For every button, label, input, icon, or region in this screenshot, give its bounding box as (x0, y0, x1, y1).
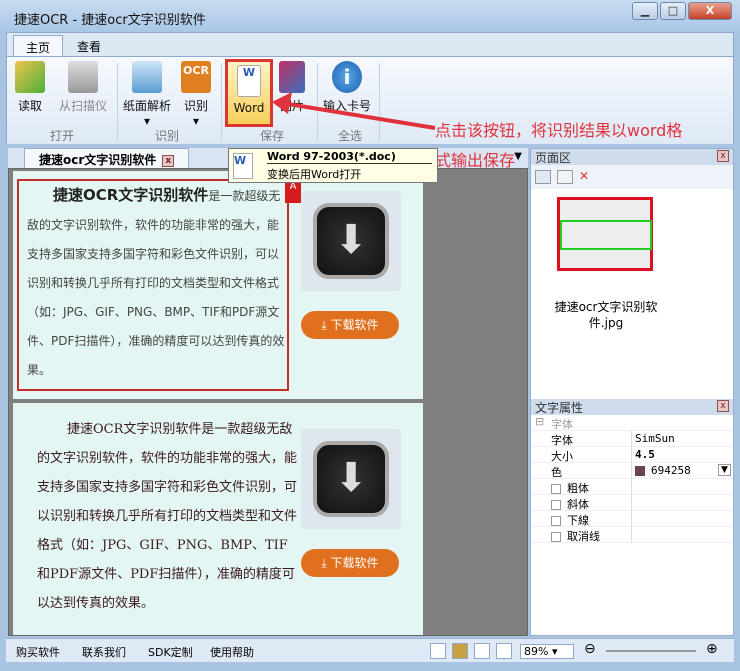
zoom-select[interactable]: 89% ▾ (520, 644, 574, 659)
info-icon: i (332, 61, 362, 93)
tab-home[interactable]: 主页 (13, 35, 64, 57)
text-only-icon[interactable] (496, 643, 512, 659)
zoom-out-icon[interactable]: ⊖ (584, 641, 596, 657)
scanner-icon (68, 61, 98, 93)
prop-value[interactable]: SimSun (635, 432, 675, 445)
layout-icon (132, 61, 162, 93)
color-dropdown-icon[interactable]: ▼ (718, 464, 731, 476)
prop-row[interactable]: 大小 4.5 (531, 447, 733, 463)
buy-link[interactable]: 购买软件 (16, 644, 60, 660)
zoom-in-icon[interactable]: ⊕ (706, 641, 718, 657)
prop-row[interactable]: 色 694258 ▼ (531, 463, 733, 479)
document-area: A 捷速OCR文字识别软件是一款超级无敌的文字识别软件，软件的功能非常的强大，能… (8, 168, 528, 636)
prop-value[interactable]: 4.5 (635, 448, 655, 461)
recognized-page: 捷速OCR文字识别软件是一款超级无敌的文字识别软件，软件的功能非常的强大，能支持… (13, 403, 423, 635)
word-label: Word (233, 101, 265, 115)
read-button[interactable]: 读取 (15, 61, 45, 114)
zoom-value: 89% (524, 645, 549, 658)
title-bar: 捷速OCR - 捷速ocr文字识别软件 ▁ □ X (0, 0, 740, 32)
prop-row[interactable]: 字体 SimSun (531, 431, 733, 447)
download-button-image: ⤓ 下载软件 (301, 311, 399, 339)
image-view-icon[interactable] (452, 643, 468, 659)
text-region-icon: A (285, 181, 301, 203)
annotation-line1: 点击该按钮，将识别结果以word格 (435, 121, 683, 140)
strikethrough-checkbox[interactable]: 取消线 (531, 527, 733, 543)
ocr-icon: OCR (181, 61, 211, 93)
minimize-button[interactable]: ▁ (632, 2, 658, 20)
status-bar: 购买软件 联系我们 SDK定制 使用帮助 89% ▾ ⊖ ⊕ (6, 638, 734, 662)
help-link[interactable]: 使用帮助 (210, 644, 254, 660)
page-thumbnail[interactable] (557, 197, 653, 271)
original-page: A 捷速OCR文字识别软件是一款超级无敌的文字识别软件，软件的功能非常的强大，能… (13, 171, 423, 399)
contact-link[interactable]: 联系我们 (82, 644, 126, 660)
recognized-text[interactable]: 捷速OCR文字识别软件是一款超级无敌的文字识别软件，软件的功能非常的强大，能支持… (37, 415, 299, 618)
scanner-button[interactable]: 从扫描仪 (59, 61, 107, 114)
text-properties-panel: 文字属性 x ⊟ 字体 字体 SimSun 大小 4.5 色 694258 ▼ 粗体 斜体 … (531, 399, 733, 543)
close-panel-icon[interactable]: x (717, 400, 729, 412)
tooltip-desc: 变换后用Word打开 (267, 168, 362, 181)
annotation-arrow (272, 92, 436, 130)
save-word-button[interactable]: W Word (225, 59, 273, 127)
section-label: 字体 (551, 418, 573, 431)
prop-value[interactable]: 694258 (651, 464, 691, 477)
read-label: 读取 (17, 99, 42, 113)
word-icon: W (237, 65, 261, 97)
tab-view[interactable]: 查看 (65, 35, 113, 57)
thumbnail-label: 捷速ocr文字识别软件.jpg (554, 300, 658, 330)
italic-checkbox[interactable]: 斜体 (531, 495, 733, 511)
thumbnail-selection (560, 220, 652, 250)
divider (221, 63, 222, 141)
check-label: 粗体 (567, 482, 589, 495)
recognize-button[interactable]: OCR 识别 ▾ (181, 61, 211, 128)
check-label: 斜体 (567, 498, 589, 511)
close-button[interactable]: X (688, 2, 732, 20)
right-panel: 页面区 x ✕ 捷速ocr文字识别软件.jpg 文字属性 x ⊟ 字体 字体 SimSu… (530, 148, 734, 636)
annotation-line2: 式输出保存 (435, 151, 516, 170)
check-label: 取消线 (567, 530, 600, 543)
text-view-icon[interactable] (474, 643, 490, 659)
zoom-slider[interactable] (606, 650, 696, 652)
color-swatch (635, 466, 645, 476)
prop-key: 色 (551, 466, 562, 479)
layout-analysis-button[interactable]: 纸面解析 ▾ (123, 61, 171, 128)
window-title: 捷速OCR - 捷速ocr文字识别软件 (14, 13, 206, 28)
group-recognize: 识别 (154, 129, 179, 143)
close-tab-icon[interactable]: x (162, 154, 175, 167)
maximize-button[interactable]: □ (660, 2, 686, 20)
prop-key: 字体 (551, 434, 573, 447)
original-title: 捷速OCR文字识别软件 (53, 186, 209, 204)
document-tab[interactable]: 捷速ocr文字识别软件 x (24, 148, 190, 168)
download-label: 下载软件 (330, 556, 379, 570)
download-image: ⬇ (301, 429, 401, 529)
font-section[interactable]: ⊟ 字体 (531, 415, 733, 431)
text-props-header: 文字属性 x (531, 399, 733, 415)
download-icon: ⬇ (313, 441, 389, 517)
check-label: 下線 (567, 514, 589, 527)
group-open: 打开 (49, 129, 74, 143)
recognize-label: 识别 (183, 99, 208, 113)
document-tab-label: 捷速ocr文字识别软件 (39, 153, 157, 167)
layout-label: 纸面解析 (123, 99, 172, 113)
annotation-text: 点击该按钮，将识别结果以word格 式输出保存 (435, 116, 735, 176)
download-icon: ⬇ (313, 203, 389, 279)
original-text: 捷速OCR文字识别软件是一款超级无敌的文字识别软件，软件的功能非常的强大，能支持… (27, 181, 287, 385)
image-icon (279, 61, 305, 93)
original-body: 是一款超级无敌的文字识别软件，软件的功能非常的强大，能支持多国家支持多国字符和彩… (27, 189, 285, 377)
folder-icon (15, 61, 45, 93)
bold-checkbox[interactable]: 粗体 (531, 479, 733, 495)
download-label: 下载软件 (330, 318, 379, 332)
underline-checkbox[interactable]: 下線 (531, 511, 733, 527)
tooltip-title: Word 97-2003(*.doc) (267, 150, 432, 164)
fit-page-icon[interactable] (430, 643, 446, 659)
prop-key: 大小 (551, 450, 573, 463)
text-props-title: 文字属性 (535, 401, 584, 415)
download-image: ⬇ (301, 191, 401, 291)
download-button-recognized: ⤓ 下载软件 (301, 549, 399, 577)
tooltip: W Word 97-2003(*.doc) 变换后用Word打开 (228, 148, 438, 183)
sdk-link[interactable]: SDK定制 (148, 644, 193, 660)
word-icon: W (233, 153, 253, 179)
scanner-label: 从扫描仪 (59, 99, 108, 113)
divider (117, 63, 118, 141)
